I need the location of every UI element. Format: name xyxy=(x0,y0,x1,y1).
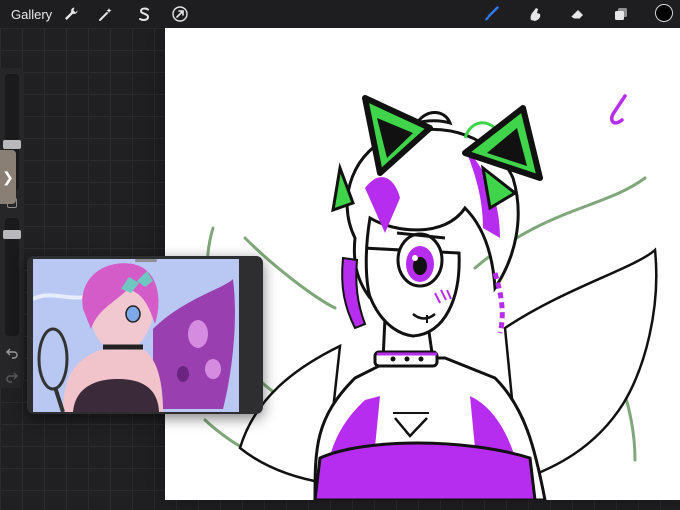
layers-icon[interactable] xyxy=(611,4,631,24)
gallery-button[interactable]: Gallery xyxy=(11,7,52,22)
transform-arrow-icon[interactable] xyxy=(170,4,190,24)
reference-drag-handle[interactable] xyxy=(135,259,157,262)
eraser-icon[interactable] xyxy=(567,4,587,24)
opacity-thumb[interactable] xyxy=(3,230,21,239)
magic-wand-icon[interactable] xyxy=(96,4,116,24)
selection-s-icon[interactable] xyxy=(134,4,154,24)
color-swatch-button[interactable] xyxy=(655,4,673,22)
reference-window[interactable] xyxy=(27,256,263,414)
undo-arrow-icon[interactable] xyxy=(5,346,19,360)
reference-image xyxy=(33,259,239,412)
sidebar-toggle-tab[interactable]: ❯ xyxy=(0,150,16,204)
wrench-icon[interactable] xyxy=(61,4,81,24)
redo-arrow-icon[interactable] xyxy=(5,370,19,384)
brush-icon[interactable] xyxy=(481,4,501,24)
top-toolbar: Gallery xyxy=(0,0,680,28)
head xyxy=(361,231,461,338)
stray-stroke xyxy=(609,94,627,125)
left-sidebar xyxy=(0,68,24,388)
chevron-right-icon: ❯ xyxy=(2,168,14,185)
brush-size-thumb[interactable] xyxy=(3,140,21,149)
smudge-icon[interactable] xyxy=(525,4,545,24)
